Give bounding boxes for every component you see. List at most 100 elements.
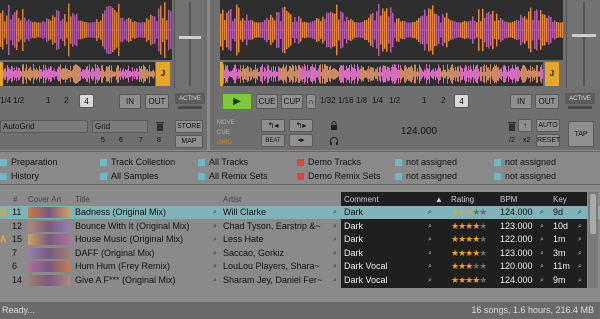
- deck-right-waveform[interactable]: [220, 0, 563, 60]
- search-icon[interactable]: ⌕: [578, 260, 582, 273]
- hotcue-8[interactable]: 8: [157, 137, 161, 144]
- table-row[interactable]: 6 Hum Hum (Frey Remix) LouLou Players, Sha…: [0, 260, 600, 273]
- search-icon[interactable]: ⌕: [540, 247, 544, 260]
- deck-left-tempo-strip[interactable]: [174, 0, 204, 88]
- deck-right-tempo-strip[interactable]: [566, 0, 600, 88]
- loop-size-1-2[interactable]: 1/2: [389, 96, 400, 105]
- grid-type-select[interactable]: Grid: [92, 120, 148, 133]
- rating-stars[interactable]: ★★★★★: [451, 233, 486, 246]
- double-tempo-button[interactable]: x2: [523, 137, 530, 144]
- deck-left-in-button[interactable]: IN: [119, 94, 141, 109]
- favorite-history[interactable]: History: [0, 171, 39, 181]
- search-icon[interactable]: ⌕: [578, 220, 582, 233]
- grid-shift-right-button[interactable]: ↰▸: [289, 119, 313, 132]
- search-icon[interactable]: ⌕: [428, 274, 432, 287]
- search-icon[interactable]: ⌕: [213, 247, 217, 260]
- search-icon[interactable]: ⌕: [578, 274, 582, 287]
- grid-small-label[interactable]: GRID: [217, 140, 232, 146]
- table-row[interactable]: B 11 Badness (Original Mix) Will Clarke Dark…: [0, 206, 600, 219]
- header-rating[interactable]: Rating: [451, 193, 474, 206]
- rating-stars[interactable]: ★★★★★: [451, 206, 486, 219]
- favorite-preparation[interactable]: Preparation: [0, 157, 58, 167]
- hotcue-5[interactable]: 5: [101, 137, 105, 144]
- move-label[interactable]: MOVE: [217, 120, 235, 126]
- search-icon[interactable]: ⌕: [213, 233, 217, 246]
- headphones-icon[interactable]: [329, 136, 339, 146]
- search-icon[interactable]: ⌕: [213, 220, 217, 233]
- favorite-slot-6[interactable]: not assigned: [494, 157, 556, 167]
- loop-size-1-4[interactable]: 1/4: [0, 96, 11, 105]
- search-icon[interactable]: ⌕: [540, 220, 544, 233]
- deck-left-out-button[interactable]: OUT: [145, 94, 169, 109]
- tempo-fader-handle[interactable]: [179, 36, 201, 39]
- search-icon[interactable]: ⌕: [540, 206, 544, 219]
- search-icon[interactable]: ⌕: [213, 274, 217, 287]
- loop-size-1[interactable]: 1: [422, 96, 426, 105]
- cup-button[interactable]: CUP: [281, 94, 303, 109]
- hotcue-7[interactable]: 7: [139, 137, 143, 144]
- scrollbar-thumb[interactable]: [590, 194, 596, 234]
- search-icon[interactable]: ⌕: [578, 247, 582, 260]
- deck-left-active-button[interactable]: ACTIVE: [175, 93, 205, 104]
- hotcue-6[interactable]: 6: [119, 137, 123, 144]
- tempo-fader-handle[interactable]: [572, 34, 596, 37]
- sync-icon[interactable]: ∩: [306, 94, 316, 109]
- cue-button[interactable]: CUE: [256, 94, 278, 109]
- loop-size-1-8[interactable]: 1/8: [356, 96, 367, 105]
- search-icon[interactable]: ⌕: [428, 220, 432, 233]
- grid-reset-button[interactable]: ◂▸: [289, 134, 313, 147]
- search-icon[interactable]: ⌕: [333, 220, 337, 233]
- deck-left-letter[interactable]: J: [156, 62, 170, 86]
- sort-up-icon[interactable]: ▲: [435, 193, 443, 206]
- header-bpm[interactable]: BPM: [500, 193, 517, 206]
- search-icon[interactable]: ⌕: [333, 260, 337, 273]
- search-icon[interactable]: ⌕: [333, 274, 337, 287]
- scrollbar[interactable]: [588, 192, 598, 288]
- loop-size-2[interactable]: 2: [64, 96, 68, 105]
- loop-size-1-16[interactable]: 1/16: [338, 96, 354, 105]
- search-icon[interactable]: ⌕: [578, 206, 582, 219]
- deck-right-active-button[interactable]: ACTIVE: [565, 93, 595, 104]
- deck-right-letter[interactable]: J: [545, 62, 559, 86]
- favorite-slot-11[interactable]: not assigned: [395, 171, 457, 181]
- trash-icon[interactable]: [507, 121, 517, 132]
- search-icon[interactable]: ⌕: [540, 233, 544, 246]
- rating-stars[interactable]: ★★★★★: [451, 260, 486, 273]
- search-icon[interactable]: ⌕: [578, 233, 582, 246]
- deck-left-overview[interactable]: [0, 62, 155, 86]
- table-row[interactable]: 7 DAFF (Original Mix) Saccao, Gorkiz Dark 12…: [0, 247, 600, 260]
- search-icon[interactable]: ⌕: [428, 233, 432, 246]
- rating-stars[interactable]: ★★★★★: [451, 274, 486, 287]
- search-icon[interactable]: ⌕: [213, 206, 217, 219]
- search-icon[interactable]: ⌕: [333, 206, 337, 219]
- search-icon[interactable]: ⌕: [540, 260, 544, 273]
- trash-icon[interactable]: [155, 121, 165, 132]
- search-icon[interactable]: ⌕: [333, 233, 337, 246]
- loop-size-1[interactable]: 1: [46, 96, 50, 105]
- table-row[interactable]: 12 Bounce With It (Original Mix) Chad Tyso…: [0, 220, 600, 233]
- favorite-slot-12[interactable]: not assigned: [494, 171, 556, 181]
- search-icon[interactable]: ⌕: [428, 206, 432, 219]
- search-icon[interactable]: ⌕: [333, 247, 337, 260]
- deck-left-waveform[interactable]: [0, 0, 172, 60]
- header-title[interactable]: Title: [75, 193, 90, 206]
- half-tempo-button[interactable]: /2: [509, 137, 515, 144]
- tempo-fader-track[interactable]: [189, 2, 191, 86]
- search-icon[interactable]: ⌕: [428, 260, 432, 273]
- favorite-slot-5[interactable]: not assigned: [395, 157, 457, 167]
- map-button[interactable]: MAP: [175, 135, 203, 148]
- tempo-fader-track[interactable]: [583, 2, 585, 86]
- favorite-all-tracks[interactable]: All Tracks: [198, 157, 248, 167]
- search-icon[interactable]: ⌕: [213, 260, 217, 273]
- loop-size-2[interactable]: 2: [441, 96, 445, 105]
- loop-size-1-2[interactable]: 1/2: [13, 96, 24, 105]
- header-cover[interactable]: Cover Art: [28, 193, 61, 206]
- favorite-demo-tracks[interactable]: Demo Tracks: [297, 157, 361, 167]
- rating-stars[interactable]: ★★★★★: [451, 220, 486, 233]
- table-row[interactable]: 14 Give A F*** (Original Mix) Sharam Jey, …: [0, 274, 600, 287]
- loop-size-1-4[interactable]: 1/4: [372, 96, 383, 105]
- store-button[interactable]: STORE: [175, 120, 203, 133]
- loop-size-4[interactable]: 4: [454, 94, 469, 108]
- favorite-all-samples[interactable]: All Samples: [100, 171, 159, 181]
- deck-right-in-button[interactable]: IN: [510, 94, 532, 109]
